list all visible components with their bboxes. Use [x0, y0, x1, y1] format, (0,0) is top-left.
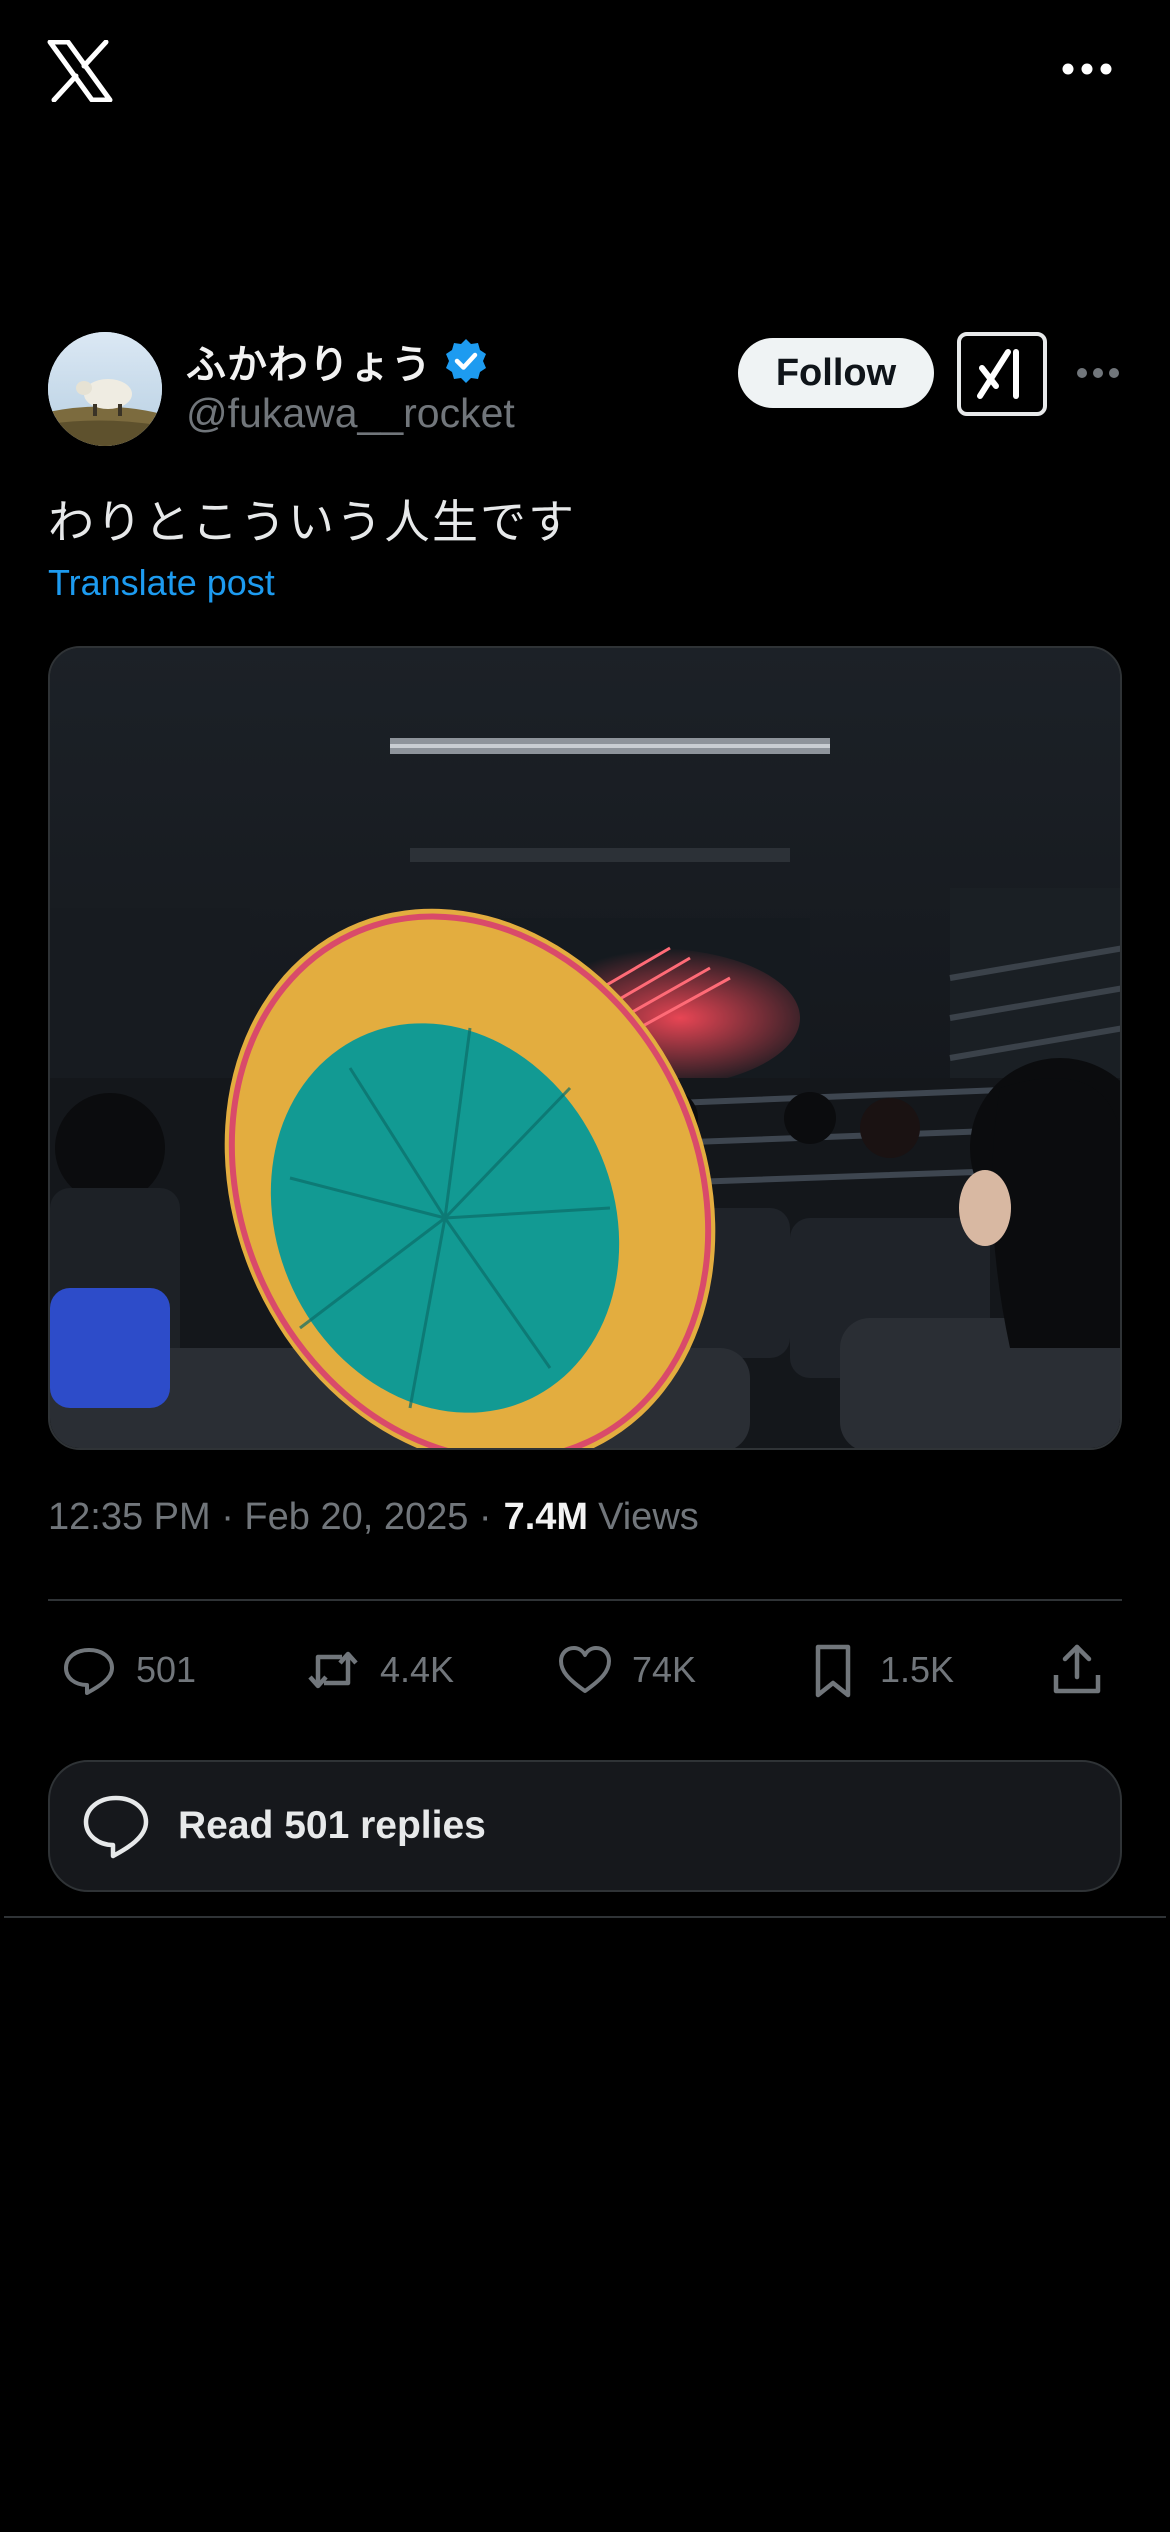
views-count: 7.4M [503, 1496, 589, 1538]
concert-hall-photo [50, 648, 1120, 1448]
repost-icon [308, 1651, 358, 1689]
bookmark-icon [815, 1644, 851, 1698]
grok-icon [977, 349, 1019, 399]
reply-count: 501 [136, 1649, 197, 1690]
bookmark-button[interactable]: 1.5K [804, 1630, 954, 1710]
like-count: 74K [632, 1649, 697, 1690]
reply-button[interactable]: 501 [60, 1630, 196, 1710]
repost-count: 4.4K [380, 1649, 455, 1690]
divider [48, 1599, 1122, 1601]
more-horizontal-icon[interactable] [1062, 62, 1112, 76]
avatar[interactable] [48, 332, 162, 446]
follow-button[interactable]: Follow [738, 338, 934, 408]
heart-icon [559, 1646, 611, 1693]
translate-post-link[interactable]: Translate post [48, 562, 275, 604]
divider [4, 1916, 1166, 1918]
post-image[interactable] [48, 646, 1122, 1450]
display-name[interactable]: ふかわりょう [186, 332, 432, 390]
share-button[interactable] [1048, 1630, 1106, 1710]
replies-bubble-icon [83, 1795, 149, 1859]
post-text: わりとこういう人生です [48, 495, 576, 549]
x-logo-icon[interactable] [46, 40, 114, 102]
share-icon [1053, 1644, 1101, 1694]
display-name-group[interactable]: ふかわりょう [186, 332, 490, 390]
post-timestamp[interactable]: 12:35 PM · Feb 20, 2025 · [48, 1496, 492, 1539]
bookmark-count: 1.5K [880, 1649, 955, 1690]
reply-icon [64, 1648, 114, 1695]
views-label: Views [598, 1496, 699, 1538]
more-horizontal-icon[interactable] [1076, 366, 1120, 380]
read-replies-button[interactable]: Read 501 replies [48, 1760, 1122, 1892]
read-replies-label: Read 501 replies [178, 1804, 486, 1847]
like-button[interactable]: 74K [556, 1630, 696, 1710]
top-bar [0, 0, 1170, 150]
post-meta: 12:35 PM · Feb 20, 2025 · 7.4M Views [48, 1496, 699, 1539]
author-row: ふかわりょう @fukawa__rocket Follow [48, 332, 1122, 448]
action-bar: 501 4.4K 74K 1.5K [48, 1630, 1122, 1710]
repost-button[interactable]: 4.4K [304, 1630, 454, 1710]
verified-badge-icon [446, 339, 486, 383]
handle[interactable]: @fukawa__rocket [186, 390, 515, 437]
grok-button[interactable] [957, 332, 1047, 416]
